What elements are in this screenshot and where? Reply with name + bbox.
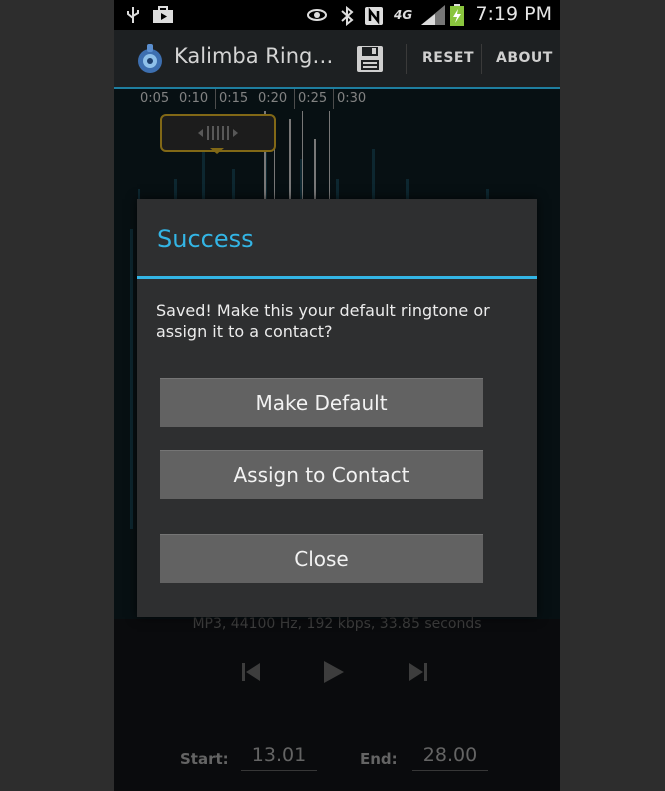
success-dialog: Success Saved! Make this your default ri…	[137, 199, 537, 617]
app-logo-icon[interactable]	[134, 42, 166, 74]
reset-button[interactable]: RESET	[422, 50, 474, 66]
usb-icon	[127, 7, 139, 23]
nfc-icon	[365, 7, 383, 25]
action-bar: Kalimba Ring… RESET ABOUT	[114, 30, 560, 89]
assign-to-contact-button[interactable]: Assign to Contact	[160, 450, 483, 499]
dialog-title-divider	[137, 276, 537, 279]
status-bar: 4G 7:19 PM	[114, 0, 560, 30]
dialog-title: Success	[157, 225, 254, 253]
battery-charging-icon	[450, 4, 464, 26]
about-button[interactable]: ABOUT	[496, 50, 553, 66]
status-time: 7:19 PM	[475, 3, 552, 25]
app-title: Kalimba Ring…	[174, 44, 334, 68]
save-icon[interactable]	[354, 43, 386, 75]
network-type: 4G	[394, 8, 413, 22]
shopping-bag-icon	[153, 6, 173, 23]
make-default-button[interactable]: Make Default	[160, 378, 483, 427]
action-bar-divider	[406, 44, 407, 74]
close-button[interactable]: Close	[160, 534, 483, 583]
dialog-message: Saved! Make this your default ringtone o…	[156, 301, 490, 341]
bluetooth-icon	[341, 6, 354, 26]
eye-icon	[307, 9, 327, 21]
signal-icon	[421, 5, 445, 25]
action-bar-divider	[481, 44, 482, 74]
